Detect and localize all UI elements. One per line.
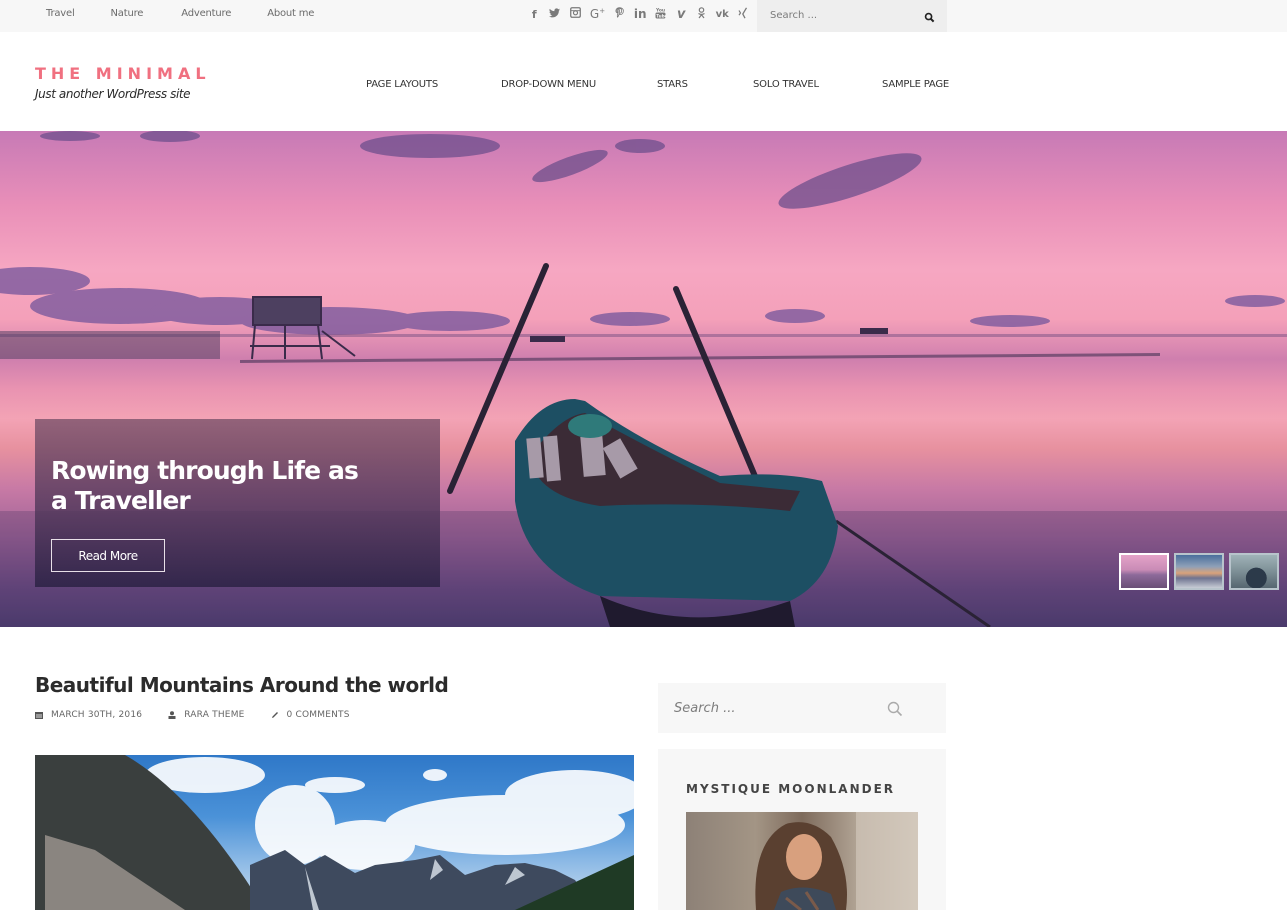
pencil-icon bbox=[271, 712, 278, 718]
secondary-nav-item-travel[interactable]: Travel bbox=[46, 8, 75, 19]
sidebar-search-widget bbox=[658, 683, 946, 733]
linkedin-icon[interactable]: in bbox=[630, 7, 651, 21]
top-search-form bbox=[757, 0, 947, 32]
post-meta: MARCH 30TH, 2016 RARA THEME 0 COMMENTS bbox=[35, 710, 376, 720]
facebook-icon[interactable]: f bbox=[524, 8, 545, 21]
search-icon[interactable] bbox=[924, 10, 935, 23]
nav-item-sample-page[interactable]: SAMPLE PAGE bbox=[882, 79, 949, 90]
post-featured-image[interactable] bbox=[35, 755, 634, 910]
read-more-button[interactable]: Read More bbox=[51, 539, 165, 572]
nav-item-stars[interactable]: STARS bbox=[657, 79, 688, 90]
mountains-image bbox=[35, 755, 634, 910]
slide-thumbnail-boat-sunset[interactable] bbox=[1119, 553, 1169, 590]
svg-text:Tube: Tube bbox=[656, 13, 666, 18]
youtube-icon[interactable]: You Tube bbox=[651, 7, 672, 22]
post-author-text[interactable]: RARA THEME bbox=[184, 710, 244, 720]
top-bar: Travel Nature Adventure About me f G+ in… bbox=[0, 0, 1287, 32]
calendar-icon bbox=[35, 712, 43, 719]
post-author: RARA THEME bbox=[168, 710, 244, 720]
hero-caption: Rowing through Life as a Traveller Read … bbox=[35, 419, 440, 587]
post-comments: 0 COMMENTS bbox=[271, 710, 350, 720]
slide-thumbnail-beach-sunset[interactable] bbox=[1174, 553, 1224, 590]
secondary-nav-item-nature[interactable]: Nature bbox=[111, 8, 144, 19]
nav-item-page-layouts[interactable]: PAGE LAYOUTS bbox=[366, 79, 438, 90]
nav-item-drop-down-menu[interactable]: DROP-DOWN MENU bbox=[501, 79, 596, 90]
user-icon bbox=[168, 711, 176, 719]
top-search-input[interactable] bbox=[770, 8, 910, 23]
pinterest-icon[interactable] bbox=[610, 6, 631, 22]
site-tagline: Just another WordPress site bbox=[35, 87, 191, 101]
post-date-text[interactable]: MARCH 30TH, 2016 bbox=[51, 710, 142, 720]
slide-thumbnail-person-hood[interactable] bbox=[1229, 553, 1279, 590]
nav-item-solo-travel[interactable]: SOLO TRAVEL bbox=[753, 79, 819, 90]
secondary-nav: Travel Nature Adventure About me bbox=[46, 0, 350, 26]
profile-widget: MYSTIQUE MOONLANDER bbox=[658, 749, 946, 910]
sidebar-search-input[interactable] bbox=[674, 699, 874, 717]
profile-image bbox=[755, 812, 918, 910]
social-links: f G+ in You Tube v vk bbox=[524, 4, 753, 24]
post-title[interactable]: Beautiful Mountains Around the world bbox=[35, 673, 449, 697]
hero-slider: Rowing through Life as a Traveller Read … bbox=[0, 131, 1287, 627]
instagram-icon[interactable] bbox=[565, 7, 586, 21]
search-icon[interactable] bbox=[887, 701, 903, 717]
hero-title[interactable]: Rowing through Life as a Traveller bbox=[51, 456, 381, 516]
profile-photo bbox=[686, 812, 918, 910]
site-header: THE MINIMAL Just another WordPress site … bbox=[0, 32, 1287, 131]
vimeo-icon[interactable]: v bbox=[671, 7, 692, 22]
xing-icon[interactable] bbox=[733, 6, 754, 22]
profile-widget-title: MYSTIQUE MOONLANDER bbox=[686, 782, 896, 796]
post-date: MARCH 30TH, 2016 bbox=[35, 710, 142, 720]
secondary-nav-item-adventure[interactable]: Adventure bbox=[181, 8, 231, 19]
post-comments-text[interactable]: 0 COMMENTS bbox=[287, 710, 350, 720]
slider-thumbnails bbox=[1119, 553, 1279, 590]
odnoklassniki-icon[interactable] bbox=[692, 6, 713, 22]
twitter-icon[interactable] bbox=[545, 7, 566, 21]
site-title[interactable]: THE MINIMAL bbox=[35, 64, 211, 83]
secondary-nav-item-about-me[interactable]: About me bbox=[267, 8, 314, 19]
vk-icon[interactable]: vk bbox=[712, 9, 733, 20]
google-plus-icon[interactable]: G+ bbox=[586, 7, 610, 21]
